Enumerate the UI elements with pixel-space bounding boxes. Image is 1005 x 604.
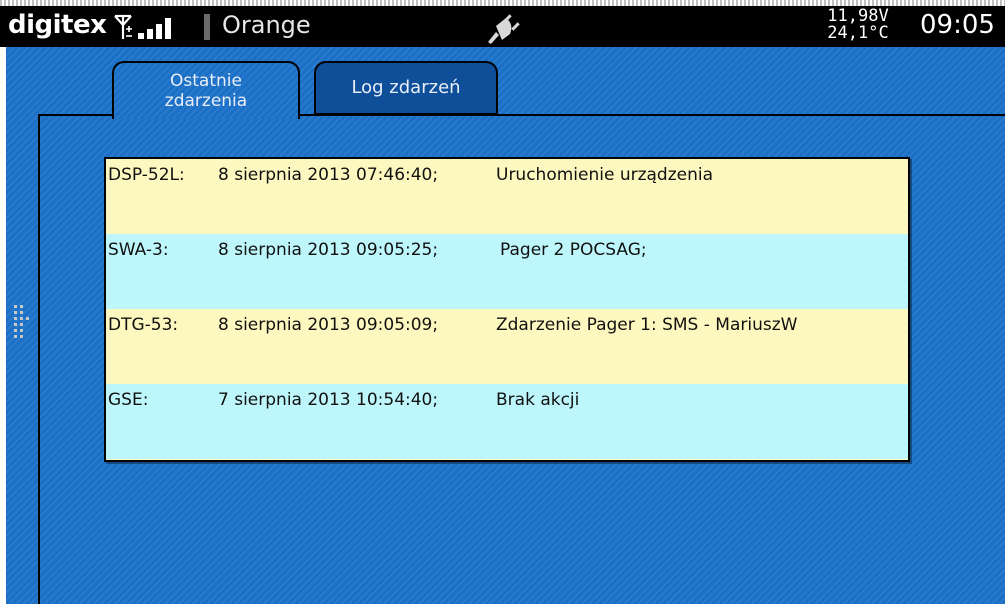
event-row[interactable]: GSE: 7 sierpnia 2013 10:54:40; Brak akcj…: [106, 384, 908, 459]
tab-recent-events[interactable]: Ostatnie zdarzenia: [112, 61, 300, 119]
main-area: Ostatnie zdarzenia Log zdarzeń DSP-52L: …: [6, 47, 1005, 604]
event-description: Pager 2 POCSAG;: [500, 240, 647, 260]
event-source: DTG-53:: [108, 315, 179, 335]
carrier-separator: [204, 14, 210, 40]
signal-strength-icon: [114, 14, 171, 39]
event-source: GSE:: [108, 390, 149, 410]
event-date: 8 sierpnia 2013 09:05:25;: [218, 240, 439, 260]
tab-event-log[interactable]: Log zdarzeń: [314, 61, 498, 115]
event-description: Zdarzenie Pager 1: SMS - MariuszW: [496, 315, 798, 335]
brand-logo: digitex: [8, 10, 107, 40]
event-row[interactable]: DTG-53: 8 sierpnia 2013 09:05:09; Zdarze…: [106, 309, 908, 384]
panel-border-left: [38, 114, 40, 604]
event-description: Brak akcji: [496, 390, 580, 410]
drag-handle-icon[interactable]: [8, 305, 34, 339]
tab-recent-events-line1: Ostatnie: [170, 71, 242, 91]
event-row[interactable]: SWA-3: 8 sierpnia 2013 09:05:25; Pager 2…: [106, 234, 908, 309]
antenna-icon: [114, 14, 132, 39]
event-date: 8 sierpnia 2013 09:05:09;: [218, 315, 439, 335]
clock: 09:05: [920, 10, 995, 40]
telemetry-readout: 11,98V 24,1°C: [822, 8, 894, 42]
recent-events-list: DSP-52L: 8 sierpnia 2013 07:46:40; Uruch…: [104, 157, 910, 462]
temperature-value: 24,1°C: [827, 23, 889, 43]
status-bar: digitex Orange 11,98V 24,1°C 09:05: [0, 6, 1005, 47]
power-plug-icon: [488, 14, 520, 44]
event-date: 8 sierpnia 2013 07:46:40;: [218, 165, 439, 185]
tab-event-log-label: Log zdarzeń: [351, 77, 461, 98]
event-date: 7 sierpnia 2013 10:54:40;: [218, 390, 439, 410]
tab-recent-events-line2: zdarzenia: [164, 91, 248, 111]
event-source: DSP-52L:: [108, 165, 185, 185]
carrier-name: Orange: [222, 11, 311, 39]
event-source: SWA-3:: [108, 240, 169, 260]
event-row[interactable]: DSP-52L: 8 sierpnia 2013 07:46:40; Uruch…: [106, 159, 908, 234]
event-description: Uruchomienie urządzenia: [496, 165, 714, 185]
